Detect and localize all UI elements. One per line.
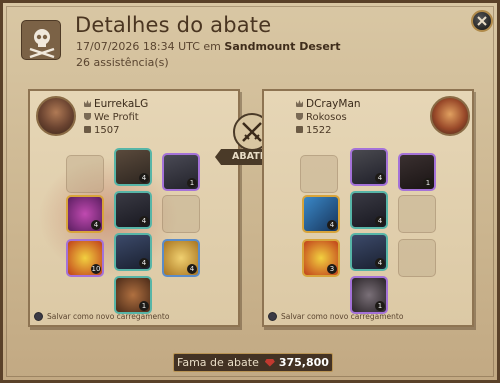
killer-guild[interactable]: We Profit	[94, 112, 139, 123]
item-level: 4	[91, 220, 101, 230]
killer-name[interactable]: EurrekaLG	[94, 98, 148, 110]
player-crown-icon	[296, 100, 303, 107]
kill-timestamp-location: 17/07/2026 18:34 UTC em Sandmount Desert	[76, 40, 341, 53]
victim-name-row: DCrayMan	[296, 98, 361, 110]
location-prefix: em	[203, 40, 221, 53]
killer-item-power: 1507	[94, 125, 120, 136]
item-level: 1	[139, 301, 149, 311]
killer-panel: EurrekaLG We Profit 1507 4 1 4 4 10 4 4 …	[28, 89, 240, 327]
item-level: 3	[327, 264, 337, 274]
item-level: 4	[139, 216, 149, 226]
guild-shield-icon	[296, 113, 303, 120]
victim-name[interactable]: DCrayMan	[306, 98, 361, 110]
victim-armor-slot[interactable]: 4	[350, 191, 388, 229]
save-loadout-icon	[268, 312, 277, 321]
victim-offhand-slot	[398, 195, 436, 233]
assist-count: 26 assistência(s)	[76, 56, 169, 69]
kill-location: Sandmount Desert	[224, 40, 341, 53]
kill-date: 17/07/2026 18:34 UTC	[76, 40, 200, 53]
killer-ip-row: 1507	[84, 125, 119, 136]
killer-guild-row: We Profit	[84, 112, 139, 123]
victim-guild-row: Rokosos	[296, 112, 347, 123]
item-power-icon	[296, 126, 303, 133]
kill-fame-bar: Fama de abate 375,800	[173, 353, 333, 372]
save-loadout-label: Salvar como novo carregamento	[281, 312, 404, 321]
item-level: 4	[139, 173, 149, 183]
item-level: 4	[327, 220, 337, 230]
save-loadout-icon	[34, 312, 43, 321]
victim-food-slot	[398, 239, 436, 277]
page-title: Detalhes do abate	[75, 13, 272, 37]
item-level: 4	[139, 258, 149, 268]
killer-mount-slot[interactable]: 1	[114, 276, 152, 314]
victim-item-power: 1522	[306, 125, 332, 136]
kill-details-window: Detalhes do abate 17/07/2026 18:34 UTC e…	[0, 0, 500, 383]
kill-fame-value: 375,800	[278, 356, 329, 369]
victim-mount-slot[interactable]: 1	[350, 276, 388, 314]
victim-guild[interactable]: Rokosos	[306, 112, 347, 123]
victim-potion-slot[interactable]: 3	[302, 239, 340, 277]
killer-mainhand-slot[interactable]: 4	[66, 195, 104, 233]
item-level: 4	[375, 258, 385, 268]
item-level: 1	[187, 178, 197, 188]
blood-stain	[38, 157, 178, 277]
item-level: 4	[187, 264, 197, 274]
fame-gem-icon	[264, 358, 275, 367]
killer-name-row: EurrekaLG	[84, 98, 148, 110]
killer-cape-slot[interactable]: 1	[162, 153, 200, 191]
player-crown-icon	[84, 100, 91, 107]
killer-offhand-slot	[162, 195, 200, 233]
close-button[interactable]	[471, 10, 493, 32]
victim-panel: DCrayMan Rokosos 1522 4 1 4 4 3 4 1 Salv…	[262, 89, 474, 327]
killer-head-slot[interactable]: 4	[114, 148, 152, 186]
victim-mainhand-slot[interactable]: 4	[302, 195, 340, 233]
killer-armor-slot[interactable]: 4	[114, 191, 152, 229]
guild-shield-icon	[84, 113, 91, 120]
item-level: 4	[375, 216, 385, 226]
killer-potion-slot[interactable]: 10	[66, 239, 104, 277]
victim-avatar[interactable]	[430, 96, 470, 136]
killer-bag-slot	[66, 155, 104, 193]
close-icon	[477, 16, 487, 26]
item-level: 4	[375, 173, 385, 183]
killer-save-loadout[interactable]: Salvar como novo carregamento	[34, 312, 169, 321]
killer-avatar[interactable]	[36, 96, 76, 136]
victim-bag-slot	[300, 155, 338, 193]
kill-fame-label: Fama de abate	[177, 356, 259, 369]
item-level: 1	[375, 301, 385, 311]
item-level: 10	[91, 264, 101, 274]
item-power-icon	[84, 126, 91, 133]
killer-shoes-slot[interactable]: 4	[114, 233, 152, 271]
victim-head-slot[interactable]: 4	[350, 148, 388, 186]
item-level: 1	[423, 178, 433, 188]
killer-food-slot[interactable]: 4	[162, 239, 200, 277]
save-loadout-label: Salvar como novo carregamento	[47, 312, 170, 321]
victim-cape-slot[interactable]: 1	[398, 153, 436, 191]
victim-shoes-slot[interactable]: 4	[350, 233, 388, 271]
victim-ip-row: 1522	[296, 125, 331, 136]
skull-crossbones-icon	[21, 20, 61, 60]
victim-save-loadout[interactable]: Salvar como novo carregamento	[268, 312, 403, 321]
